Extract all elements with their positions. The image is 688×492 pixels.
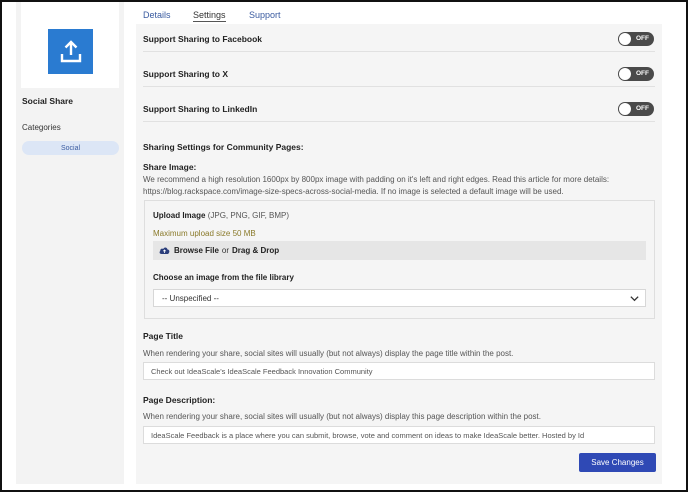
page-title-input[interactable]: Check out IdeaScale's IdeaScale Feedback… [143,362,655,380]
share-image-desc-line-1: We recommend a high resolution 1600px by… [143,175,610,184]
max-upload-size: Maximum upload size 50 MB [153,229,256,238]
facebook-toggle[interactable]: OFF [618,32,654,46]
cloud-upload-icon [159,246,170,255]
toggle-label: Support Sharing to Facebook [143,34,263,44]
page-description-input[interactable]: IdeaScale Feedback is a place where you … [143,426,655,444]
community-settings-title: Sharing Settings for Community Pages: [143,142,304,152]
share-image-description: We recommend a high resolution 1600px by… [143,174,609,198]
share-image-title: Share Image: [143,162,197,172]
sidebar: Social Share Categories Social [16,2,124,484]
upload-box: Upload Image (JPG, PNG, GIF, BMP) Maximu… [144,200,655,319]
page-title-help: When rendering your share, social sites … [143,349,514,358]
upload-image-title: Upload Image [153,211,206,220]
file-library-selected: -- Unspecified -- [162,293,219,303]
tab-support[interactable]: Support [249,10,281,20]
linkedin-toggle[interactable]: OFF [618,102,654,116]
tab-bar: Details Settings Support [136,2,662,24]
toggle-knob [619,103,631,115]
upload-formats: (JPG, PNG, GIF, BMP) [207,211,290,220]
save-changes-button[interactable]: Save Changes [579,453,656,472]
page-title-label: Page Title [143,331,183,341]
categories-label: Categories [22,123,61,132]
window-frame: Social Share Categories Social Support S… [0,0,688,492]
share-upload-icon [48,29,93,74]
file-library-label: Choose an image from the file library [153,273,294,282]
page-description-label: Page Description: [143,395,216,405]
drop-zone[interactable]: Browse File or Drag & Drop [153,241,646,260]
drag-drop-text: Drag & Drop [232,246,280,255]
tab-settings[interactable]: Settings [193,10,226,22]
tab-details[interactable]: Details [143,10,171,20]
app-tile [21,2,119,88]
share-image-desc-line-2: https://blog.rackspace.com/image-size-sp… [143,187,564,196]
toggle-state: OFF [636,35,649,42]
upload-image-heading: Upload Image (JPG, PNG, GIF, BMP) [153,211,289,220]
toggle-label: Support Sharing to X [143,69,228,79]
toggle-state: OFF [636,105,649,112]
toggle-state: OFF [636,70,649,77]
chevron-down-icon [629,293,640,306]
file-library-select[interactable]: -- Unspecified -- [153,289,646,307]
x-toggle[interactable]: OFF [618,67,654,81]
toggle-row-x: Support Sharing to X OFF [143,59,655,87]
toggle-row-facebook: Support Sharing to Facebook OFF [143,24,655,52]
or-text: or [221,246,230,255]
browse-file-link[interactable]: Browse File [174,246,219,255]
category-chip-social[interactable]: Social [22,141,119,155]
page-description-help: When rendering your share, social sites … [143,412,541,421]
toggle-knob [619,68,631,80]
toggle-row-linkedin: Support Sharing to LinkedIn OFF [143,94,655,122]
app-name: Social Share [22,96,74,106]
settings-panel: Support Sharing to Facebook OFF Support … [136,2,662,484]
toggle-label: Support Sharing to LinkedIn [143,104,258,114]
toggle-knob [619,33,631,45]
